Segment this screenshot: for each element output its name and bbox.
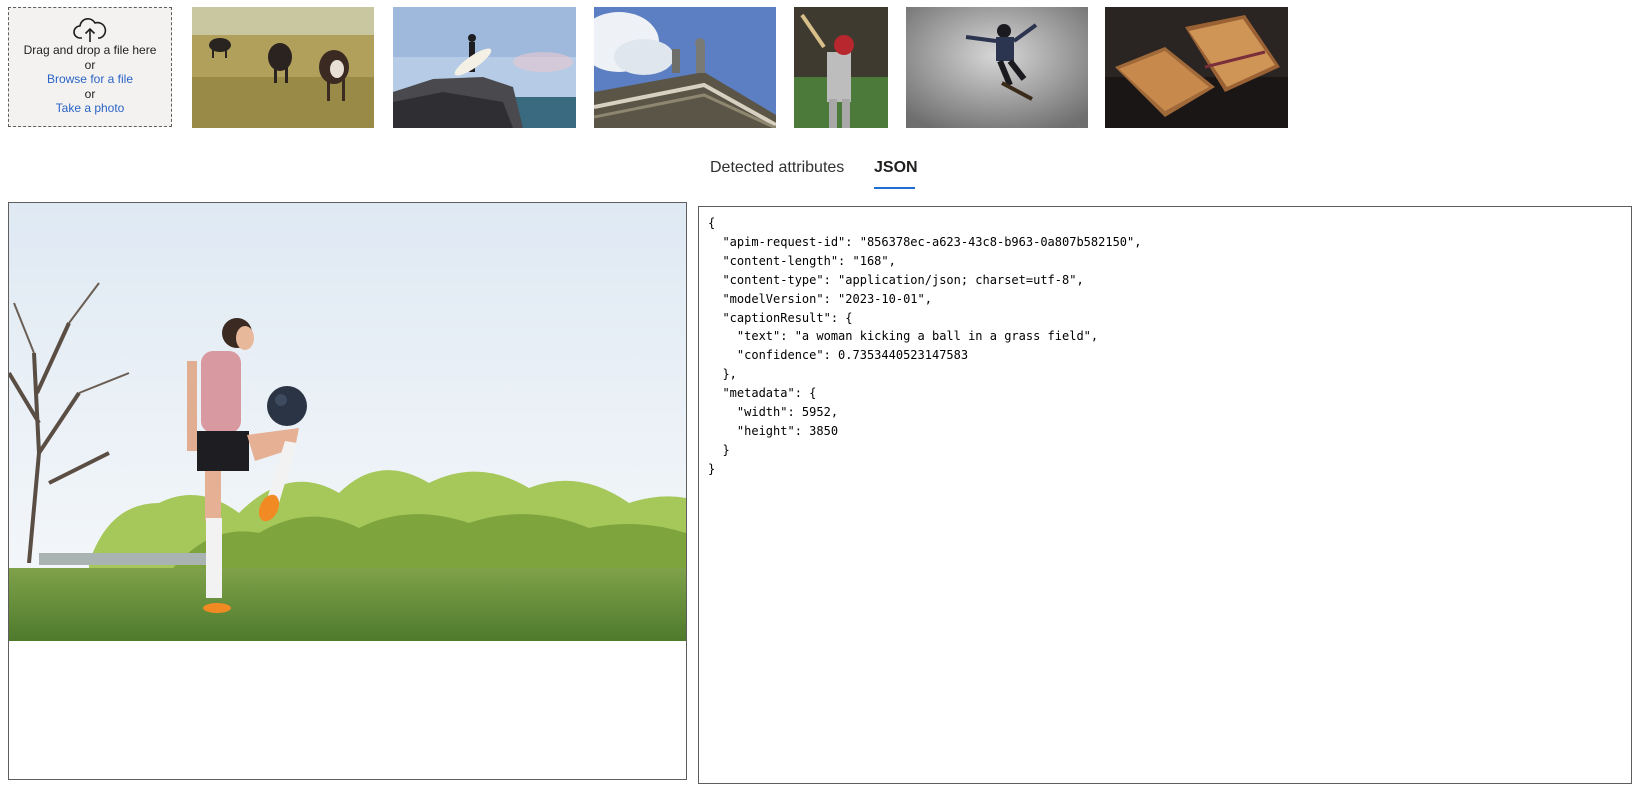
- json-output-panel[interactable]: { "apim-request-id": "856378ec-a623-43c8…: [698, 206, 1632, 784]
- cloud-upload-icon: [73, 18, 107, 42]
- json-output-text: { "apim-request-id": "856378ec-a623-43c8…: [708, 216, 1142, 476]
- thumbnail-cows[interactable]: [192, 7, 374, 128]
- or-text: or: [84, 57, 96, 72]
- tab-detected-attributes[interactable]: Detected attributes: [710, 159, 844, 177]
- browse-file-link[interactable]: Browse for a file: [9, 72, 171, 87]
- thumbnail-baseball[interactable]: [794, 7, 888, 128]
- preview-image: [9, 203, 686, 641]
- thumbnail-surfer[interactable]: [393, 7, 576, 128]
- thumbnail-building[interactable]: [594, 7, 776, 128]
- thumbnail-skateboarder[interactable]: [906, 7, 1088, 128]
- active-tab-indicator: [874, 187, 915, 189]
- image-preview: [8, 202, 687, 780]
- thumbnail-sandwich[interactable]: [1105, 7, 1288, 128]
- or-text: or: [84, 86, 96, 101]
- tab-json[interactable]: JSON: [874, 159, 918, 177]
- take-photo-link[interactable]: Take a photo: [9, 101, 171, 116]
- drag-drop-text: Drag and drop a file here: [23, 43, 157, 57]
- file-drop-zone[interactable]: Drag and drop a file here or Browse for …: [8, 7, 172, 127]
